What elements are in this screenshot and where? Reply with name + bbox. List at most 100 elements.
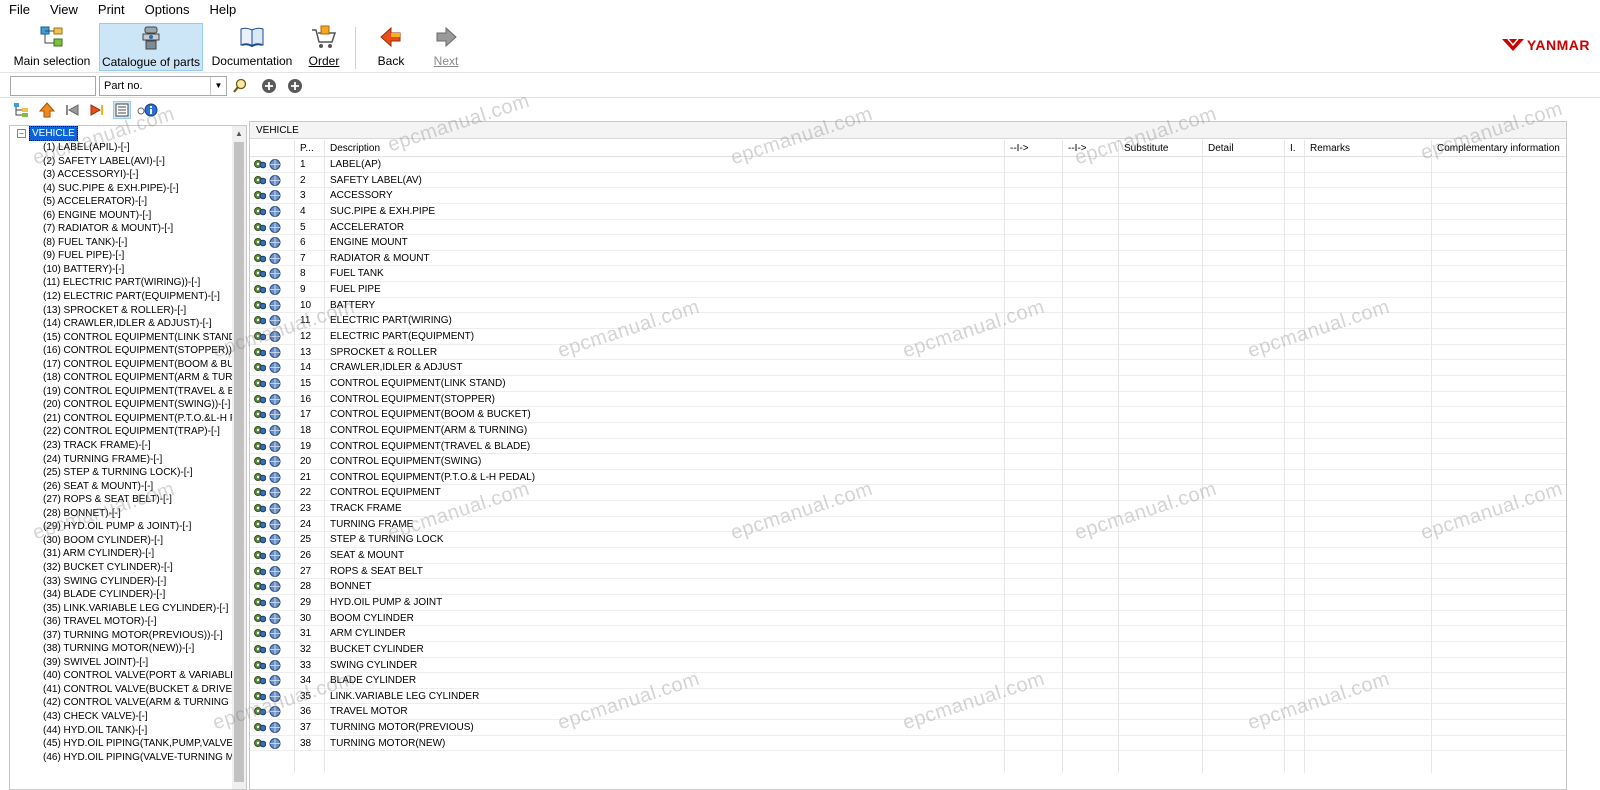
column-arrow-2[interactable]: --I-> xyxy=(1068,140,1087,157)
tree-item[interactable]: (17) CONTROL EQUIPMENT(BOOM & BU)-[-] xyxy=(43,358,246,372)
column-description[interactable]: Description xyxy=(330,140,380,157)
table-row[interactable]: 27 ROPS & SEAT BELT xyxy=(250,564,1566,580)
table-row[interactable]: 11 ELECTRIC PART(WIRING) xyxy=(250,313,1566,330)
tree-item[interactable]: (43) CHECK VALVE)-[-] xyxy=(43,710,246,724)
tree-item[interactable]: (37) TURNING MOTOR(PREVIOUS))-[-] xyxy=(43,629,246,643)
tree-item[interactable]: (31) ARM CYLINDER)-[-] xyxy=(43,547,246,561)
tree-item[interactable]: (46) HYD.OIL PIPING(VALVE-TURNING MC)-[-… xyxy=(43,751,246,765)
row-globe-icon[interactable] xyxy=(250,407,284,422)
table-row[interactable]: 9 FUEL PIPE xyxy=(250,282,1566,298)
row-globe-icon[interactable] xyxy=(250,517,284,532)
table-row[interactable]: 24 TURNING FRAME xyxy=(250,517,1566,533)
tree-item[interactable]: (33) SWING CYLINDER)-[-] xyxy=(43,575,246,589)
search-input[interactable] xyxy=(10,76,96,96)
menu-print[interactable]: Print xyxy=(88,0,135,20)
tree-item[interactable]: (3) ACCESSORYI)-[-] xyxy=(43,168,246,182)
row-globe-icon[interactable] xyxy=(250,282,284,297)
row-globe-icon[interactable] xyxy=(250,392,284,407)
tree-item[interactable]: (26) SEAT & MOUNT)-[-] xyxy=(43,480,246,494)
tree-root-label[interactable]: VEHICLE xyxy=(29,126,78,141)
column-substitute[interactable]: Substitute xyxy=(1124,140,1168,157)
row-globe-icon[interactable] xyxy=(250,220,284,235)
table-row[interactable]: 17 CONTROL EQUIPMENT(BOOM & BUCKET) xyxy=(250,407,1566,423)
row-globe-icon[interactable] xyxy=(250,736,284,751)
tree-item[interactable]: (32) BUCKET CYLINDER)-[-] xyxy=(43,561,246,575)
last-page-icon[interactable] xyxy=(88,101,106,119)
tree-item[interactable]: (27) ROPS & SEAT BELT)-[-] xyxy=(43,493,246,507)
tree-item[interactable]: (45) HYD.OIL PIPING(TANK,PUMP,VALVE))-[-… xyxy=(43,737,246,751)
row-globe-icon[interactable] xyxy=(250,188,284,203)
tree-item[interactable]: (36) TRAVEL MOTOR)-[-] xyxy=(43,615,246,629)
row-globe-icon[interactable] xyxy=(250,313,284,328)
row-globe-icon[interactable] xyxy=(250,376,284,391)
tree-item[interactable]: (20) CONTROL EQUIPMENT(SWING))-[-] xyxy=(43,398,246,412)
collapse-toggle-icon[interactable]: − xyxy=(17,129,26,138)
tree-item[interactable]: (11) ELECTRIC PART(WIRING))-[-] xyxy=(43,276,246,290)
tree-item[interactable]: (35) LINK.VARIABLE LEG CYLINDER)-[-] xyxy=(43,602,246,616)
tree-item[interactable]: (5) ACCELERATOR)-[-] xyxy=(43,195,246,209)
tree-item[interactable]: (30) BOOM CYLINDER)-[-] xyxy=(43,534,246,548)
add-circle-icon[interactable] xyxy=(260,77,278,95)
row-globe-icon[interactable] xyxy=(250,595,284,610)
tree-item[interactable]: (14) CRAWLER,IDLER & ADJUST)-[-] xyxy=(43,317,246,331)
table-row[interactable]: 15 CONTROL EQUIPMENT(LINK STAND) xyxy=(250,376,1566,392)
table-row[interactable]: 13 SPROCKET & ROLLER xyxy=(250,345,1566,361)
row-globe-icon[interactable] xyxy=(250,298,284,313)
tree-item[interactable]: (21) CONTROL EQUIPMENT(P.T.O.&L-H F)-[-] xyxy=(43,412,246,426)
column-complementary-info[interactable]: Complementary information xyxy=(1437,140,1560,157)
row-globe-icon[interactable] xyxy=(250,329,284,344)
table-row[interactable]: 22 CONTROL EQUIPMENT xyxy=(250,485,1566,502)
tree-item[interactable]: (38) TURNING MOTOR(NEW))-[-] xyxy=(43,642,246,656)
row-globe-icon[interactable] xyxy=(250,673,284,688)
table-row[interactable]: 3 ACCESSORY xyxy=(250,188,1566,204)
row-globe-icon[interactable] xyxy=(250,501,284,516)
row-globe-icon[interactable] xyxy=(250,173,284,188)
table-row[interactable]: 23 TRACK FRAME xyxy=(250,501,1566,517)
row-globe-icon[interactable] xyxy=(250,204,284,219)
table-row[interactable]: 5 ACCELERATOR xyxy=(250,220,1566,236)
menu-view[interactable]: View xyxy=(40,0,88,20)
row-globe-icon[interactable] xyxy=(250,157,284,172)
table-row[interactable]: 7 RADIATOR & MOUNT xyxy=(250,251,1566,267)
tree-item[interactable]: (28) BONNET)-[-] xyxy=(43,507,246,521)
column-arrow-1[interactable]: --I-> xyxy=(1010,140,1029,157)
tree-item[interactable]: (22) CONTROL EQUIPMENT(TRAP)-[-] xyxy=(43,425,246,439)
column-i[interactable]: I. xyxy=(1290,140,1296,157)
table-row[interactable]: 28 BONNET xyxy=(250,579,1566,595)
row-globe-icon[interactable] xyxy=(250,251,284,266)
first-page-icon[interactable] xyxy=(63,101,81,119)
tree-view-icon[interactable] xyxy=(12,101,30,119)
tree-item[interactable]: (40) CONTROL VALVE(PORT & VARIABLE)-[-] xyxy=(43,669,246,683)
chevron-down-icon[interactable]: ▼ xyxy=(210,77,226,95)
tree-item[interactable]: (19) CONTROL EQUIPMENT(TRAVEL & BL)-[-] xyxy=(43,385,246,399)
tree-item[interactable]: (8) FUEL TANK)-[-] xyxy=(43,236,246,250)
tree-item[interactable]: (18) CONTROL EQUIPMENT(ARM & TURN)-[-] xyxy=(43,371,246,385)
arrow-up-icon[interactable] xyxy=(38,101,56,119)
tree-item[interactable]: (29) HYD.OIL PUMP & JOINT)-[-] xyxy=(43,520,246,534)
tree-item[interactable]: (24) TURNING FRAME)-[-] xyxy=(43,453,246,467)
tree-item[interactable]: (10) BATTERY)-[-] xyxy=(43,263,246,277)
row-globe-icon[interactable] xyxy=(250,704,284,719)
column-remarks[interactable]: Remarks xyxy=(1310,140,1350,157)
row-globe-icon[interactable] xyxy=(250,235,284,250)
table-row[interactable]: 1 LABEL(AP) xyxy=(250,157,1566,173)
tree-item[interactable]: (13) SPROCKET & ROLLER)-[-] xyxy=(43,304,246,318)
table-row[interactable]: 14 CRAWLER,IDLER & ADJUST xyxy=(250,360,1566,376)
menu-options[interactable]: Options xyxy=(135,0,200,20)
row-globe-icon[interactable] xyxy=(250,532,284,547)
tree-item[interactable]: (39) SWIVEL JOINT)-[-] xyxy=(43,656,246,670)
tree-item[interactable]: (23) TRACK FRAME)-[-] xyxy=(43,439,246,453)
table-row[interactable]: 10 BATTERY xyxy=(250,298,1566,314)
tree-item[interactable]: (6) ENGINE MOUNT)-[-] xyxy=(43,209,246,223)
table-row[interactable]: 30 BOOM CYLINDER xyxy=(250,611,1566,627)
documentation-button[interactable]: Documentation xyxy=(210,23,294,71)
row-globe-icon[interactable] xyxy=(250,689,284,704)
table-row[interactable]: 18 CONTROL EQUIPMENT(ARM & TURNING) xyxy=(250,423,1566,439)
scrollbar-thumb[interactable] xyxy=(234,142,244,782)
table-row[interactable]: 6 ENGINE MOUNT xyxy=(250,235,1566,251)
menu-help[interactable]: Help xyxy=(199,0,246,20)
next-button[interactable]: Next xyxy=(424,23,468,71)
tree-item[interactable]: (4) SUC.PIPE & EXH.PIPE)-[-] xyxy=(43,182,246,196)
tree-item[interactable]: (42) CONTROL VALVE(ARM & TURNING &-[-] xyxy=(43,696,246,710)
table-row[interactable]: 33 SWING CYLINDER xyxy=(250,658,1566,674)
